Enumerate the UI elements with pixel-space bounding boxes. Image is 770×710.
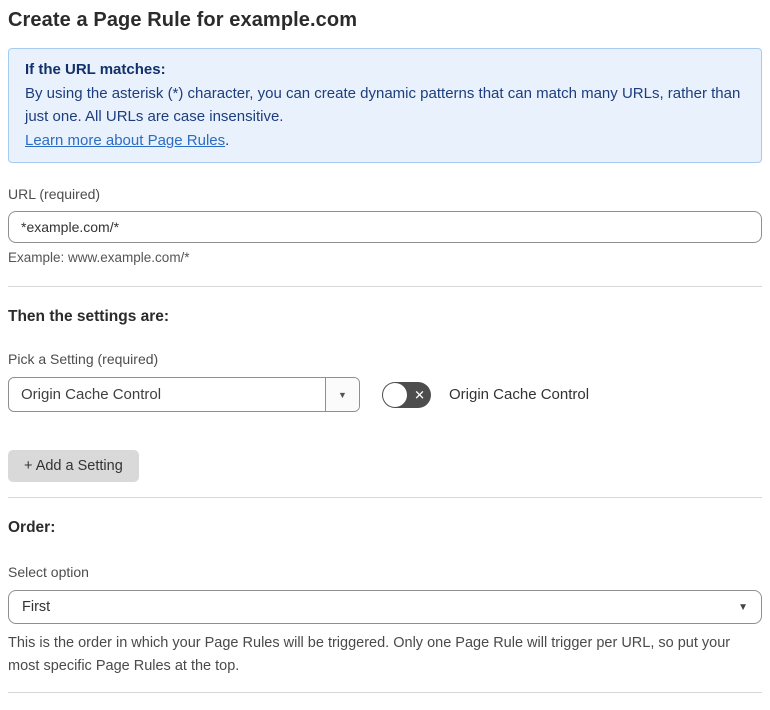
order-select-label: Select option — [8, 564, 89, 580]
url-field-label: URL (required) — [8, 186, 101, 202]
setting-dropdown-value: Origin Cache Control — [21, 386, 162, 403]
page-title: Create a Page Rule for example.com — [8, 9, 358, 31]
create-page-rule-panel: Create a Page Rule for example.com If th… — [0, 0, 770, 710]
setting-row: Origin Cache Control ▼ ✕ Origin Cache Co… — [8, 377, 762, 412]
order-select-value: First — [22, 599, 51, 615]
order-select[interactable]: First ▼ — [8, 590, 762, 624]
settings-section-heading: Then the settings are: — [8, 308, 170, 325]
pick-setting-label: Pick a Setting (required) — [8, 351, 159, 367]
setting-dropdown-caret-button[interactable]: ▼ — [325, 378, 359, 411]
origin-cache-control-toggle[interactable]: ✕ — [382, 381, 431, 408]
order-help-text: This is the order in which your Page Rul… — [8, 635, 731, 674]
toggle-knob — [383, 382, 407, 407]
chevron-down-icon: ▼ — [738, 601, 748, 613]
divider — [8, 692, 762, 693]
divider — [8, 497, 762, 498]
toggle-label: Origin Cache Control — [449, 386, 590, 403]
info-box-link-line: Learn more about Page Rules. — [25, 129, 745, 153]
divider — [8, 286, 762, 287]
url-match-info-box: If the URL matches: By using the asteris… — [8, 48, 762, 163]
add-setting-button[interactable]: + Add a Setting — [8, 450, 139, 482]
info-box-heading: If the URL matches: — [25, 61, 166, 78]
setting-dropdown[interactable]: Origin Cache Control ▼ — [8, 377, 360, 412]
link-period: . — [225, 131, 230, 149]
chevron-down-icon: ▼ — [338, 389, 347, 400]
url-example-text: Example: www.example.com/* — [8, 250, 190, 265]
info-box-body: By using the asterisk (*) character, you… — [25, 84, 741, 126]
learn-more-link[interactable]: Learn more about Page Rules — [25, 132, 225, 149]
toggle-off-x-icon: ✕ — [414, 387, 425, 402]
url-input[interactable] — [8, 211, 762, 243]
order-section-heading: Order: — [8, 519, 56, 536]
